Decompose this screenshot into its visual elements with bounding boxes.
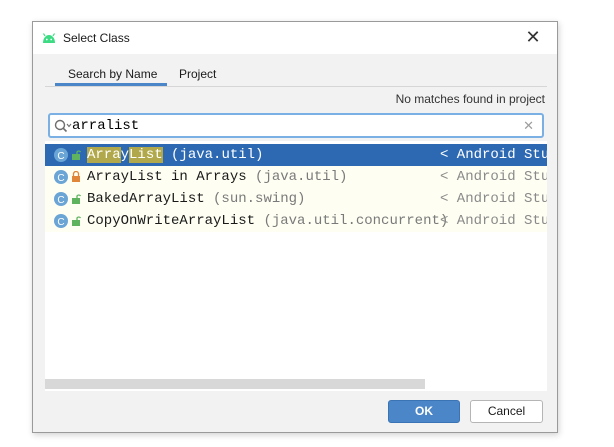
package-name: (java.util.concurrent): [263, 213, 449, 229]
ok-button[interactable]: OK: [388, 400, 460, 423]
list-item[interactable]: C BakedArrayList (sun.swing) < Android S…: [45, 188, 547, 210]
svg-text:C: C: [57, 173, 64, 184]
class-icon: C: [54, 214, 68, 228]
match-highlight: Arra: [87, 147, 121, 163]
public-lock-icon: [72, 150, 81, 160]
class-name: ArrayList in Arrays (java.util): [87, 169, 347, 185]
class-icon: C: [54, 148, 68, 162]
search-icon: [54, 119, 72, 133]
class-name: BakedArrayList (sun.swing): [87, 191, 305, 207]
module-name: < Android Stu: [440, 191, 547, 207]
package-name: (java.util): [171, 147, 264, 163]
class-name-text: CopyOnWriteArrayList: [87, 213, 256, 229]
public-lock-icon: [72, 216, 81, 226]
cancel-button[interactable]: Cancel: [470, 400, 543, 423]
module-name: < Android Stu: [440, 147, 547, 163]
title-bar: Select Class ✕: [33, 22, 557, 54]
select-class-dialog: Select Class ✕ Search by Name Project No…: [32, 21, 558, 433]
module-name: < Android Stu: [440, 169, 547, 185]
horizontal-scrollbar[interactable]: [45, 379, 425, 389]
package-name: (sun.swing): [213, 191, 306, 207]
class-icon: C: [54, 192, 68, 206]
class-name: ArrayList (java.util): [87, 147, 263, 163]
dialog-title: Select Class: [63, 31, 130, 45]
status-text: No matches found in project: [395, 92, 545, 106]
close-icon[interactable]: ✕: [523, 27, 543, 47]
tab-search-by-name[interactable]: Search by Name: [68, 67, 157, 81]
class-name-text: BakedArrayList: [87, 191, 205, 207]
class-name-text: ArrayList in Arrays: [87, 169, 247, 185]
list-item[interactable]: C CopyOnWriteArrayList (java.util.concur…: [45, 210, 547, 232]
public-lock-icon: [72, 194, 81, 204]
search-input[interactable]: [72, 117, 512, 135]
svg-text:C: C: [57, 195, 64, 206]
tab-project[interactable]: Project: [179, 67, 216, 81]
svg-text:C: C: [57, 151, 64, 162]
match-gap: y: [120, 147, 130, 163]
package-name: (java.util): [255, 169, 348, 185]
clear-icon[interactable]: ✕: [523, 117, 534, 135]
android-icon: [42, 33, 56, 43]
class-name: CopyOnWriteArrayList (java.util.concurre…: [87, 213, 448, 229]
class-icon: C: [54, 170, 68, 184]
module-name: < Android Stu: [440, 213, 547, 229]
svg-text:C: C: [57, 217, 64, 228]
match-highlight: List: [129, 147, 163, 163]
search-field[interactable]: ✕: [48, 113, 544, 138]
tabs-divider: [45, 86, 547, 87]
list-item[interactable]: C ArrayList (java.util) < Android Stu: [45, 144, 547, 166]
results-list[interactable]: C ArrayList (java.util) < Android Stu C …: [45, 141, 547, 391]
private-lock-icon: [72, 171, 80, 182]
list-item[interactable]: C ArrayList in Arrays (java.util) < Andr…: [45, 166, 547, 188]
